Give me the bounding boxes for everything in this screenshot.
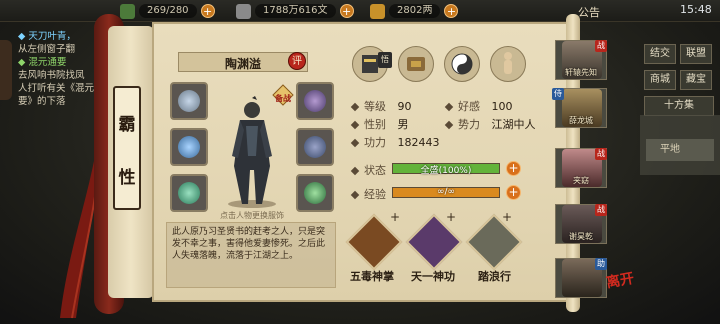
add-gold-button[interactable]: + xyxy=(444,4,459,18)
jade-icon xyxy=(304,182,326,204)
battle-flag-icon: 战 xyxy=(595,40,607,52)
scroll-title-tag: 霸 性 xyxy=(113,86,141,210)
location-item[interactable]: 平地 xyxy=(646,139,714,161)
gold-value: 2802两 xyxy=(389,4,441,18)
standby-label: 备战 xyxy=(275,94,291,103)
notice-button[interactable]: 公告 xyxy=(578,4,600,20)
gold-resource: 2802两 + xyxy=(370,3,459,19)
game-screen: 269/280 + 1788万616文 + 2802两 + 公告 15:48 ◆… xyxy=(0,0,720,324)
swap-outfit-hint: 点击人物更换服饰 xyxy=(220,211,284,220)
restore-status-button[interactable]: + xyxy=(506,161,521,176)
clock: 15:48 xyxy=(680,3,712,16)
silver-value: 1788万616文 xyxy=(255,4,336,18)
exp-bar: ∞/∞ xyxy=(392,187,500,198)
add-skill-icon[interactable]: + xyxy=(502,210,512,224)
stamina-icon xyxy=(120,3,135,19)
equip-slot-ring[interactable] xyxy=(170,174,208,212)
faction-stat: 势力 江湖中人 xyxy=(444,116,536,132)
quest-panel-tab[interactable] xyxy=(0,40,12,100)
add-skill-icon[interactable]: + xyxy=(390,210,400,224)
boots-icon xyxy=(304,136,326,158)
add-skill-icon[interactable]: + xyxy=(446,210,456,224)
equip-slot-accessory[interactable] xyxy=(296,174,334,212)
silver-coin-icon xyxy=(236,3,251,19)
scroll-title-char: 霸 xyxy=(118,115,136,135)
power-stat: 功力 182443 xyxy=(350,134,440,150)
equip-slot-helmet[interactable] xyxy=(296,82,334,120)
alliance-button[interactable]: 联盟 xyxy=(680,44,712,64)
equip-slot-armor[interactable] xyxy=(170,128,208,166)
shop-button[interactable]: 商城 xyxy=(644,70,676,90)
character-portrait[interactable] xyxy=(222,96,282,208)
market-button[interactable]: 十方集 xyxy=(644,96,714,116)
exp-label: 经验 xyxy=(350,186,386,202)
sword-icon xyxy=(178,90,200,112)
location-list: 平地 xyxy=(640,115,720,175)
add-exp-button[interactable]: + xyxy=(506,185,521,200)
rate-button[interactable]: 评 xyxy=(288,52,306,70)
status-bar: 全盛(100%) xyxy=(392,163,500,176)
silver-resource: 1788万616文 + xyxy=(236,3,354,19)
battle-flag-icon: 战 xyxy=(595,204,607,216)
assist-flag-icon: 助 xyxy=(595,258,607,270)
add-stamina-button[interactable]: + xyxy=(200,4,215,18)
add-silver-button[interactable]: + xyxy=(339,4,354,18)
treasure-button[interactable]: 藏宝 xyxy=(680,70,712,90)
ring-icon xyxy=(178,182,200,204)
hat-icon xyxy=(304,90,326,112)
equip-slot-weapon[interactable] xyxy=(170,82,208,120)
status-bar-text: 全盛(100%) xyxy=(420,166,472,176)
yin-yang-icon[interactable] xyxy=(444,46,480,82)
armor-icon xyxy=(178,136,200,158)
scroll-title-char: 性 xyxy=(118,168,136,188)
attend-flag-icon: 侍 xyxy=(552,88,564,100)
status-label: 状态 xyxy=(350,162,386,178)
befriend-button[interactable]: 结交 xyxy=(644,44,676,64)
leave-button[interactable]: 离开 xyxy=(604,268,635,293)
tag-badge: 悟 xyxy=(378,52,392,68)
skill-name: 踏浪行 xyxy=(478,270,511,283)
equip-slot-boots[interactable] xyxy=(296,128,334,166)
meridian-body-icon[interactable] xyxy=(490,46,526,82)
gold-ingot-icon xyxy=(370,3,385,19)
level-stat: 等级 90 xyxy=(350,98,412,114)
skill-name: 天一神功 xyxy=(411,270,455,283)
standby-badge: 备战 xyxy=(272,84,294,106)
inventory-bag-icon[interactable] xyxy=(398,46,434,82)
gender-stat: 性别 男 xyxy=(350,116,409,132)
stamina-resource: 269/280 + xyxy=(120,3,215,19)
exp-bar-text: ∞/∞ xyxy=(436,187,456,197)
favor-stat: 好感 100 xyxy=(444,98,513,114)
battle-flag-icon: 战 xyxy=(595,148,607,160)
skill-name: 五毒神掌 xyxy=(350,270,394,283)
stamina-value: 269/280 xyxy=(139,4,197,18)
character-description: 此人原乃习圣贤书的赶考之人，只是突发不幸之事，害得他爱妻惨死。之后此人失魂落魄，… xyxy=(166,222,336,288)
